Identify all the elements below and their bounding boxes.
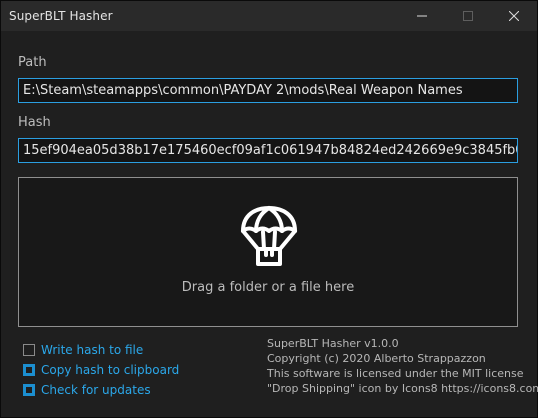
close-icon xyxy=(509,11,519,21)
write-hash-option[interactable]: Write hash to file xyxy=(23,342,143,358)
path-label: Path xyxy=(18,55,47,70)
write-hash-checkbox[interactable] xyxy=(23,344,35,356)
maximize-button[interactable] xyxy=(445,1,491,31)
hash-field[interactable]: 15ef904ea05d38b17e175460ecf09af1c061947b… xyxy=(18,138,518,163)
copy-hash-checkbox[interactable] xyxy=(23,364,35,376)
copyright-text: Copyright (c) 2020 Alberto Strappazzon xyxy=(267,352,486,365)
copy-hash-option[interactable]: Copy hash to clipboard xyxy=(23,362,179,378)
drop-zone[interactable]: Drag a folder or a file here xyxy=(18,177,518,327)
drop-zone-hint: Drag a folder or a file here xyxy=(181,280,355,295)
license-text: This software is licensed under the MIT … xyxy=(267,367,524,380)
app-window: SuperBLT Hasher Path E:\Steam\steamapps\… xyxy=(0,0,538,418)
copy-hash-label[interactable]: Copy hash to clipboard xyxy=(41,363,179,377)
maximize-icon xyxy=(463,11,473,21)
path-field[interactable]: E:\Steam\steamapps\common\PAYDAY 2\mods\… xyxy=(18,78,518,103)
minimize-button[interactable] xyxy=(399,1,445,31)
check-updates-checkbox[interactable] xyxy=(23,384,35,396)
title-bar[interactable]: SuperBLT Hasher xyxy=(1,1,537,31)
version-text: SuperBLT Hasher v1.0.0 xyxy=(267,337,399,350)
check-updates-option[interactable]: Check for updates xyxy=(23,382,151,398)
write-hash-label[interactable]: Write hash to file xyxy=(41,343,143,357)
hash-label: Hash xyxy=(18,115,51,130)
check-updates-label[interactable]: Check for updates xyxy=(41,383,151,397)
parachute-box-icon xyxy=(241,206,297,266)
minimize-icon xyxy=(417,15,427,17)
close-button[interactable] xyxy=(491,1,537,31)
icon-credit-text: "Drop Shipping" icon by Icons8 https://i… xyxy=(267,382,538,395)
window-title: SuperBLT Hasher xyxy=(9,9,113,23)
